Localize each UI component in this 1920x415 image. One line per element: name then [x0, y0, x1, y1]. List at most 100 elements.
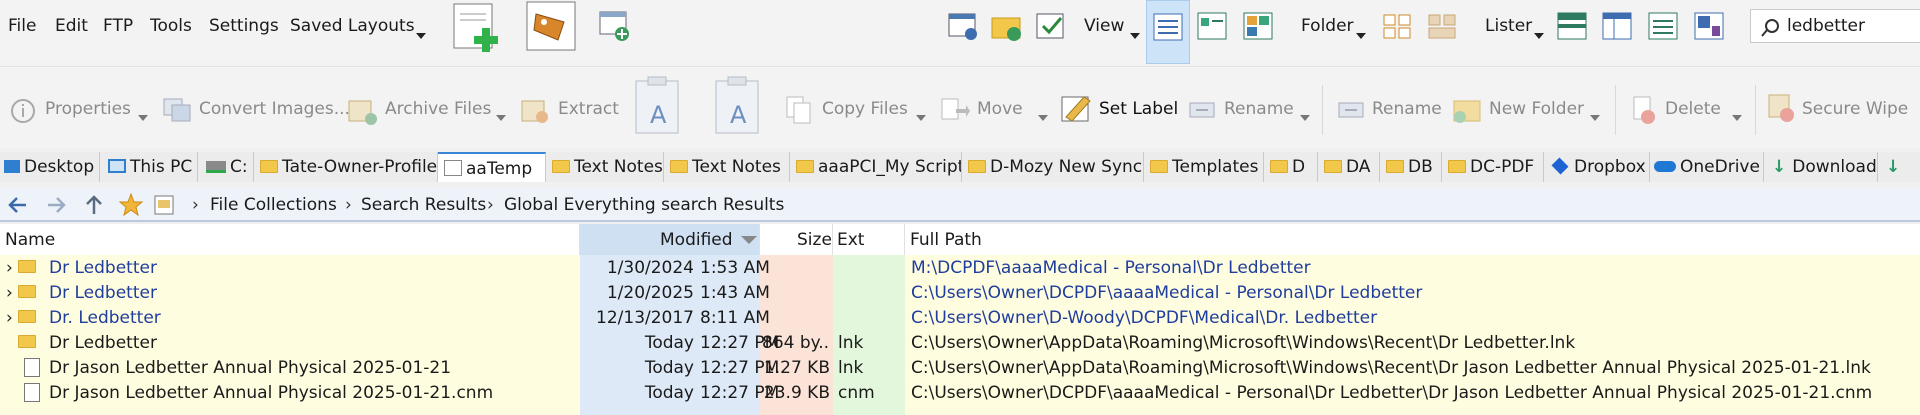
- chevron-down-icon[interactable]: [1038, 107, 1048, 126]
- tab-desktop[interactable]: Desktop: [0, 152, 100, 182]
- table-row[interactable]: Dr Jason Ledbetter Annual Physical 2025-…: [0, 355, 1920, 380]
- row-date: 1/20/2025: [606, 283, 694, 303]
- chevron-down-icon[interactable]: [1300, 107, 1310, 126]
- chevron-down-icon[interactable]: [1534, 25, 1544, 44]
- header-size-cell[interactable]: Size: [760, 224, 833, 255]
- menu-saved-layouts[interactable]: Saved Layouts: [290, 16, 415, 36]
- folder-sync-icon[interactable]: [990, 10, 1024, 42]
- tab-label: DA: [1346, 157, 1371, 177]
- tab-text-notes[interactable]: Text Notes: [546, 152, 664, 182]
- chevron-down-icon[interactable]: [1732, 107, 1742, 126]
- tab-download[interactable]: ↓ Download: [1764, 152, 1878, 182]
- tab-onedrive[interactable]: OneDrive: [1650, 152, 1764, 182]
- tab-this-pc[interactable]: This PC: [100, 152, 198, 182]
- archive-files-button[interactable]: Archive Files: [385, 99, 491, 119]
- clipboard-a-icon[interactable]: A: [712, 75, 764, 137]
- menu-edit[interactable]: Edit: [55, 16, 88, 36]
- chevron-down-icon[interactable]: [416, 25, 426, 44]
- rename-button-2[interactable]: Rename: [1372, 99, 1442, 119]
- lister-layout-2-icon[interactable]: [1602, 12, 1634, 42]
- lister-layout-3-icon[interactable]: [1648, 12, 1680, 42]
- tab-db[interactable]: DB: [1380, 152, 1442, 182]
- menu-file[interactable]: File: [8, 16, 36, 36]
- menu-tools[interactable]: Tools: [150, 16, 192, 36]
- expand-chevron-icon[interactable]: ›: [6, 258, 13, 278]
- folder-grid-disabled-icon[interactable]: [1427, 12, 1459, 42]
- delete-icon: [1633, 96, 1655, 124]
- search-input[interactable]: ledbetter: [1787, 16, 1865, 36]
- new-folder-button[interactable]: New Folder: [1489, 99, 1584, 119]
- expand-chevron-icon[interactable]: ›: [6, 283, 13, 303]
- breadcrumb-file-collections[interactable]: File Collections: [210, 195, 337, 215]
- extract-icon: [521, 100, 548, 123]
- thumbnails-view-icon[interactable]: [1243, 12, 1275, 42]
- tab-dropbox[interactable]: Dropbox: [1544, 152, 1650, 182]
- convert-images-button[interactable]: Convert Images...: [199, 99, 350, 119]
- tab-da[interactable]: DA: [1318, 152, 1380, 182]
- forward-arrow-icon[interactable]: [44, 193, 68, 217]
- header-ext-cell[interactable]: Ext: [833, 224, 905, 255]
- favorites-star-icon[interactable]: [118, 192, 144, 218]
- view-menu-label[interactable]: View: [1084, 16, 1124, 36]
- tab-overflow[interactable]: ↓: [1878, 152, 1920, 182]
- chevron-down-icon[interactable]: [138, 107, 148, 126]
- copy-files-button[interactable]: Copy Files: [822, 99, 908, 119]
- chevron-down-icon[interactable]: [1130, 25, 1140, 44]
- details-view-button[interactable]: [1146, 0, 1190, 64]
- menu-settings[interactable]: Settings: [209, 16, 279, 36]
- search-box[interactable]: ledbetter: [1750, 9, 1920, 43]
- new-window-icon[interactable]: [598, 8, 632, 44]
- back-arrow-icon[interactable]: [6, 193, 30, 217]
- new-file-plus-icon[interactable]: [450, 2, 508, 54]
- checkbox-window-icon[interactable]: [1035, 10, 1069, 42]
- tab-tate-owner-profile[interactable]: Tate-Owner-Profile: [254, 152, 438, 182]
- label-tag-icon[interactable]: [524, 0, 580, 54]
- header-name-cell[interactable]: Name: [0, 224, 580, 255]
- tab-aaapci-my-script[interactable]: aaaPCI_My Script: [790, 152, 962, 182]
- delete-button[interactable]: Delete: [1665, 99, 1721, 119]
- move-icon: [941, 98, 970, 120]
- set-label-button[interactable]: Set Label: [1099, 99, 1178, 119]
- expand-chevron-icon[interactable]: ›: [6, 308, 13, 328]
- tab-text-notes-2[interactable]: Text Notes: [664, 152, 790, 182]
- tab-c-drive[interactable]: C:: [198, 152, 254, 182]
- chevron-down-icon[interactable]: [916, 107, 926, 126]
- secure-wipe-button[interactable]: Secure Wipe: [1802, 99, 1908, 119]
- properties-button[interactable]: Properties: [45, 99, 131, 119]
- lister-layout-4-icon[interactable]: [1694, 12, 1726, 42]
- table-row[interactable]: › Dr Ledbetter 1/20/2025 1:43 AM C:\User…: [0, 280, 1920, 305]
- tab-d[interactable]: D: [1264, 152, 1318, 182]
- folder-icon: [260, 160, 278, 173]
- row-time: 12:27 PM: [700, 383, 780, 403]
- power-view-icon[interactable]: [1197, 12, 1229, 42]
- window-settings-icon[interactable]: [947, 10, 981, 42]
- folder-menu-label[interactable]: Folder: [1301, 16, 1354, 36]
- chevron-down-icon[interactable]: [1590, 107, 1600, 126]
- folder-tree-icon[interactable]: [1382, 12, 1414, 42]
- tab-dc-pdf[interactable]: DC-PDF: [1442, 152, 1544, 182]
- rename-button[interactable]: Rename: [1224, 99, 1294, 119]
- chevron-down-icon[interactable]: [496, 107, 506, 126]
- folder-tabs: Desktop This PC C: Tate-Owner-Profile aa…: [0, 152, 1920, 182]
- table-row[interactable]: › Dr. Ledbetter 12/13/2017 8:11 AM C:\Us…: [0, 305, 1920, 330]
- table-row[interactable]: › Dr Ledbetter 1/30/2024 1:53 AM M:\DCPD…: [0, 255, 1920, 280]
- table-row[interactable]: Dr Jason Ledbetter Annual Physical 2025-…: [0, 380, 1920, 405]
- table-row[interactable]: Dr Ledbetter Today 12:27 PM 864 by... ln…: [0, 330, 1920, 355]
- tab-label: D-Mozy New Sync: [990, 157, 1143, 177]
- extract-button[interactable]: Extract: [558, 99, 619, 119]
- move-button[interactable]: Move: [977, 99, 1023, 119]
- chevron-down-icon[interactable]: [1356, 25, 1366, 44]
- clipboard-a-icon[interactable]: A: [632, 75, 684, 137]
- lister-menu-label[interactable]: Lister: [1485, 16, 1532, 36]
- up-arrow-icon[interactable]: [82, 193, 106, 217]
- menu-ftp[interactable]: FTP: [103, 16, 133, 36]
- header-modified-cell[interactable]: Modified: [580, 224, 760, 255]
- tab-d-mozy-new-sync[interactable]: D-Mozy New Sync: [962, 152, 1144, 182]
- tab-templates[interactable]: Templates: [1144, 152, 1264, 182]
- lister-layout-1-icon[interactable]: [1557, 12, 1589, 42]
- header-full-path-cell[interactable]: Full Path: [905, 224, 1920, 255]
- breadcrumb-global-everything[interactable]: Global Everything search Results: [504, 195, 784, 215]
- drive-icon: [206, 161, 226, 173]
- breadcrumb-search-results[interactable]: Search Results: [361, 195, 486, 215]
- tab-aatemp[interactable]: aaTemp: [438, 152, 546, 182]
